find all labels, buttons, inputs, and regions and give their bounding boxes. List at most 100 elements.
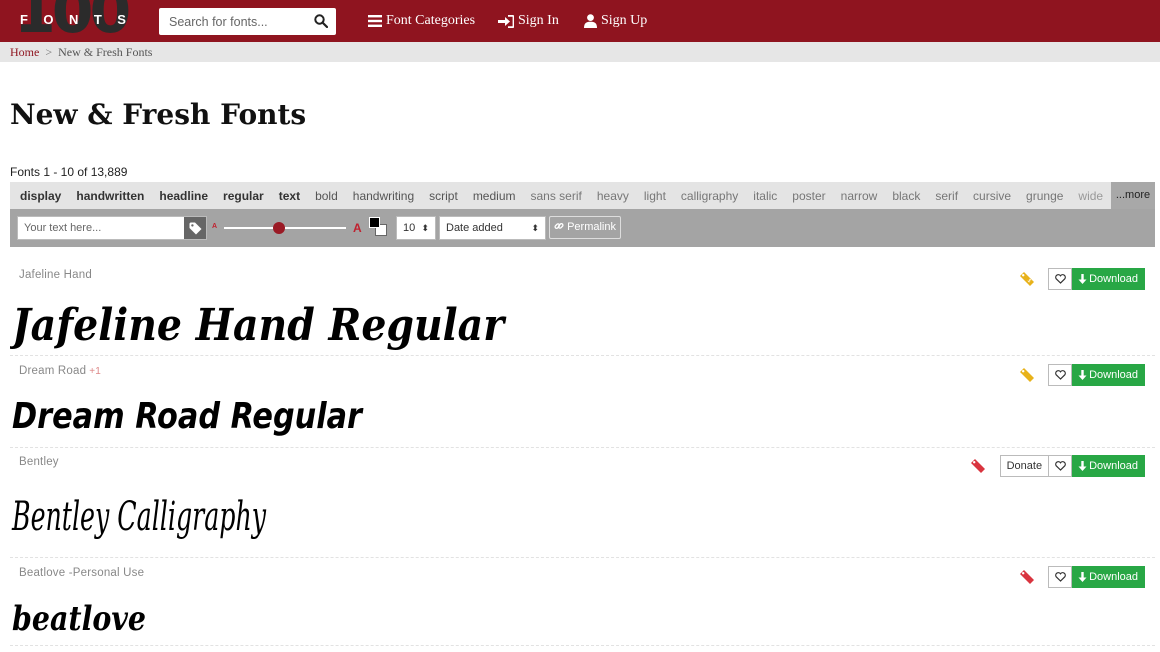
font-variant-count[interactable]: +1: [89, 366, 101, 377]
tag-link[interactable]: regular: [223, 189, 264, 203]
font-sample-text: beatlove: [12, 599, 146, 639]
user-icon: [584, 14, 597, 28]
tag-link[interactable]: headline: [159, 189, 208, 203]
size-slider-thumb[interactable]: [272, 222, 285, 234]
download-button[interactable]: Download: [1072, 364, 1145, 386]
preview-text-box: [17, 216, 207, 240]
font-name-link[interactable]: Dream Road +1: [19, 365, 101, 377]
tag-link[interactable]: wide: [1078, 189, 1103, 203]
tag-list: display handwritten headline regular tex…: [20, 182, 1118, 209]
tag-link[interactable]: serif: [935, 189, 958, 203]
tag-link[interactable]: poster: [792, 189, 825, 203]
favorite-button[interactable]: [1048, 364, 1073, 386]
font-sample-image: Bentley Calligraphy: [11, 494, 267, 540]
download-button[interactable]: Download: [1072, 455, 1145, 477]
tag-link[interactable]: light: [644, 189, 666, 203]
heart-icon: [1054, 572, 1066, 582]
tag-link[interactable]: handwritten: [76, 189, 144, 203]
tag-link[interactable]: grunge: [1026, 189, 1063, 203]
download-button[interactable]: Download: [1072, 566, 1145, 588]
favorite-button[interactable]: [1048, 455, 1073, 477]
tag-link[interactable]: bold: [315, 189, 338, 203]
font-name-link[interactable]: Jafeline Hand: [19, 269, 92, 281]
size-small-label: A: [212, 223, 218, 230]
select-arrows-icon: ⬍: [531, 223, 539, 233]
tag-link[interactable]: medium: [473, 189, 516, 203]
nav-font-categories-label: Font Categories: [386, 13, 476, 28]
breadcrumb-separator: >: [45, 45, 53, 59]
sort-value: Date added: [446, 222, 503, 234]
tag-icon: [189, 222, 201, 234]
font-actions: Download: [1018, 364, 1145, 386]
tag-link[interactable]: italic: [753, 189, 777, 203]
price-tag-icon[interactable]: [1018, 366, 1036, 384]
nav-sign-in[interactable]: Sign In: [498, 13, 559, 29]
top-navbar: 1001 F O N T S Font Categories Sign In: [0, 0, 1160, 42]
logo-letter: S: [117, 12, 128, 27]
tag-link[interactable]: black: [892, 189, 920, 203]
font-actions: $ Download: [1018, 268, 1145, 290]
search-input[interactable]: [159, 8, 309, 35]
download-label: Download: [1089, 369, 1138, 381]
arrow-down-icon: [1078, 370, 1087, 380]
font-name-link[interactable]: Bentley: [19, 456, 59, 468]
site-logo[interactable]: 1001 F O N T S: [14, 0, 132, 42]
breadcrumb-home[interactable]: Home: [10, 45, 39, 59]
price-tag-icon[interactable]: [969, 457, 987, 475]
price-tag-icon[interactable]: $: [1018, 270, 1036, 288]
download-button[interactable]: Download: [1072, 268, 1145, 290]
font-name: Dream Road: [19, 365, 87, 377]
download-label: Download: [1089, 273, 1138, 285]
arrow-down-icon: [1078, 274, 1087, 284]
more-tags-button[interactable]: ...more: [1111, 182, 1155, 209]
sign-in-icon: [498, 14, 514, 28]
tag-link[interactable]: heavy: [597, 189, 629, 203]
favorite-button[interactable]: [1048, 566, 1073, 588]
favorite-button[interactable]: [1048, 268, 1073, 290]
arrow-down-icon: [1078, 461, 1087, 471]
font-sample-text: Jafeline Hand Regular: [10, 300, 507, 351]
nav-font-categories[interactable]: Font Categories: [368, 13, 475, 29]
sort-select[interactable]: Date added ⬍: [439, 216, 546, 240]
menu-icon: [368, 15, 382, 27]
nav-sign-in-label: Sign In: [518, 13, 559, 28]
logo-letter: F: [20, 12, 30, 27]
tag-link[interactable]: script: [429, 189, 458, 203]
results-per-page-select[interactable]: 10 ⬍: [396, 216, 436, 240]
download-label: Download: [1089, 571, 1138, 583]
font-actions: Download: [1018, 566, 1145, 588]
results-per-page-value: 10: [403, 222, 416, 234]
font-actions: Donate Download: [969, 455, 1145, 477]
tag-link[interactable]: sans serif: [531, 189, 582, 203]
font-name-link[interactable]: Beatlove -Personal Use: [19, 567, 144, 579]
nav-sign-up[interactable]: Sign Up: [584, 13, 647, 29]
tag-link[interactable]: text: [279, 189, 300, 203]
size-slider-track[interactable]: [224, 227, 346, 229]
search-icon[interactable]: [314, 14, 328, 28]
logo-letter: O: [43, 12, 56, 27]
tag-link[interactable]: calligraphy: [681, 189, 738, 203]
arrow-down-icon: [1078, 572, 1087, 582]
logo-wordmark: F O N T S: [20, 12, 128, 27]
permalink-button[interactable]: Permalink: [549, 216, 621, 239]
preview-tag-button[interactable]: [184, 217, 206, 239]
font-sample-text: Bentley Calligraphy: [11, 494, 267, 540]
heart-icon: [1054, 370, 1066, 380]
foreground-color-swatch[interactable]: [369, 217, 380, 228]
heart-icon: [1054, 274, 1066, 284]
tag-link[interactable]: handwriting: [353, 189, 414, 203]
tag-filter-bar: display handwritten headline regular tex…: [10, 182, 1155, 209]
breadcrumb-current: New & Fresh Fonts: [58, 45, 153, 59]
color-picker[interactable]: [369, 217, 389, 237]
font-sample-text: Dream Road Regular: [12, 396, 364, 437]
preview-controls: A A 10 ⬍ Date added ⬍ Permalink: [10, 209, 1155, 247]
preview-text-input[interactable]: [18, 217, 182, 239]
tag-link[interactable]: display: [20, 189, 61, 203]
size-large-label: A: [353, 221, 362, 235]
tag-link[interactable]: cursive: [973, 189, 1011, 203]
tag-link[interactable]: narrow: [841, 189, 878, 203]
donate-button[interactable]: Donate: [999, 455, 1050, 477]
result-count: Fonts 1 - 10 of 13,889: [10, 165, 128, 179]
price-tag-icon[interactable]: [1018, 568, 1036, 586]
select-arrows-icon: ⬍: [421, 223, 429, 233]
